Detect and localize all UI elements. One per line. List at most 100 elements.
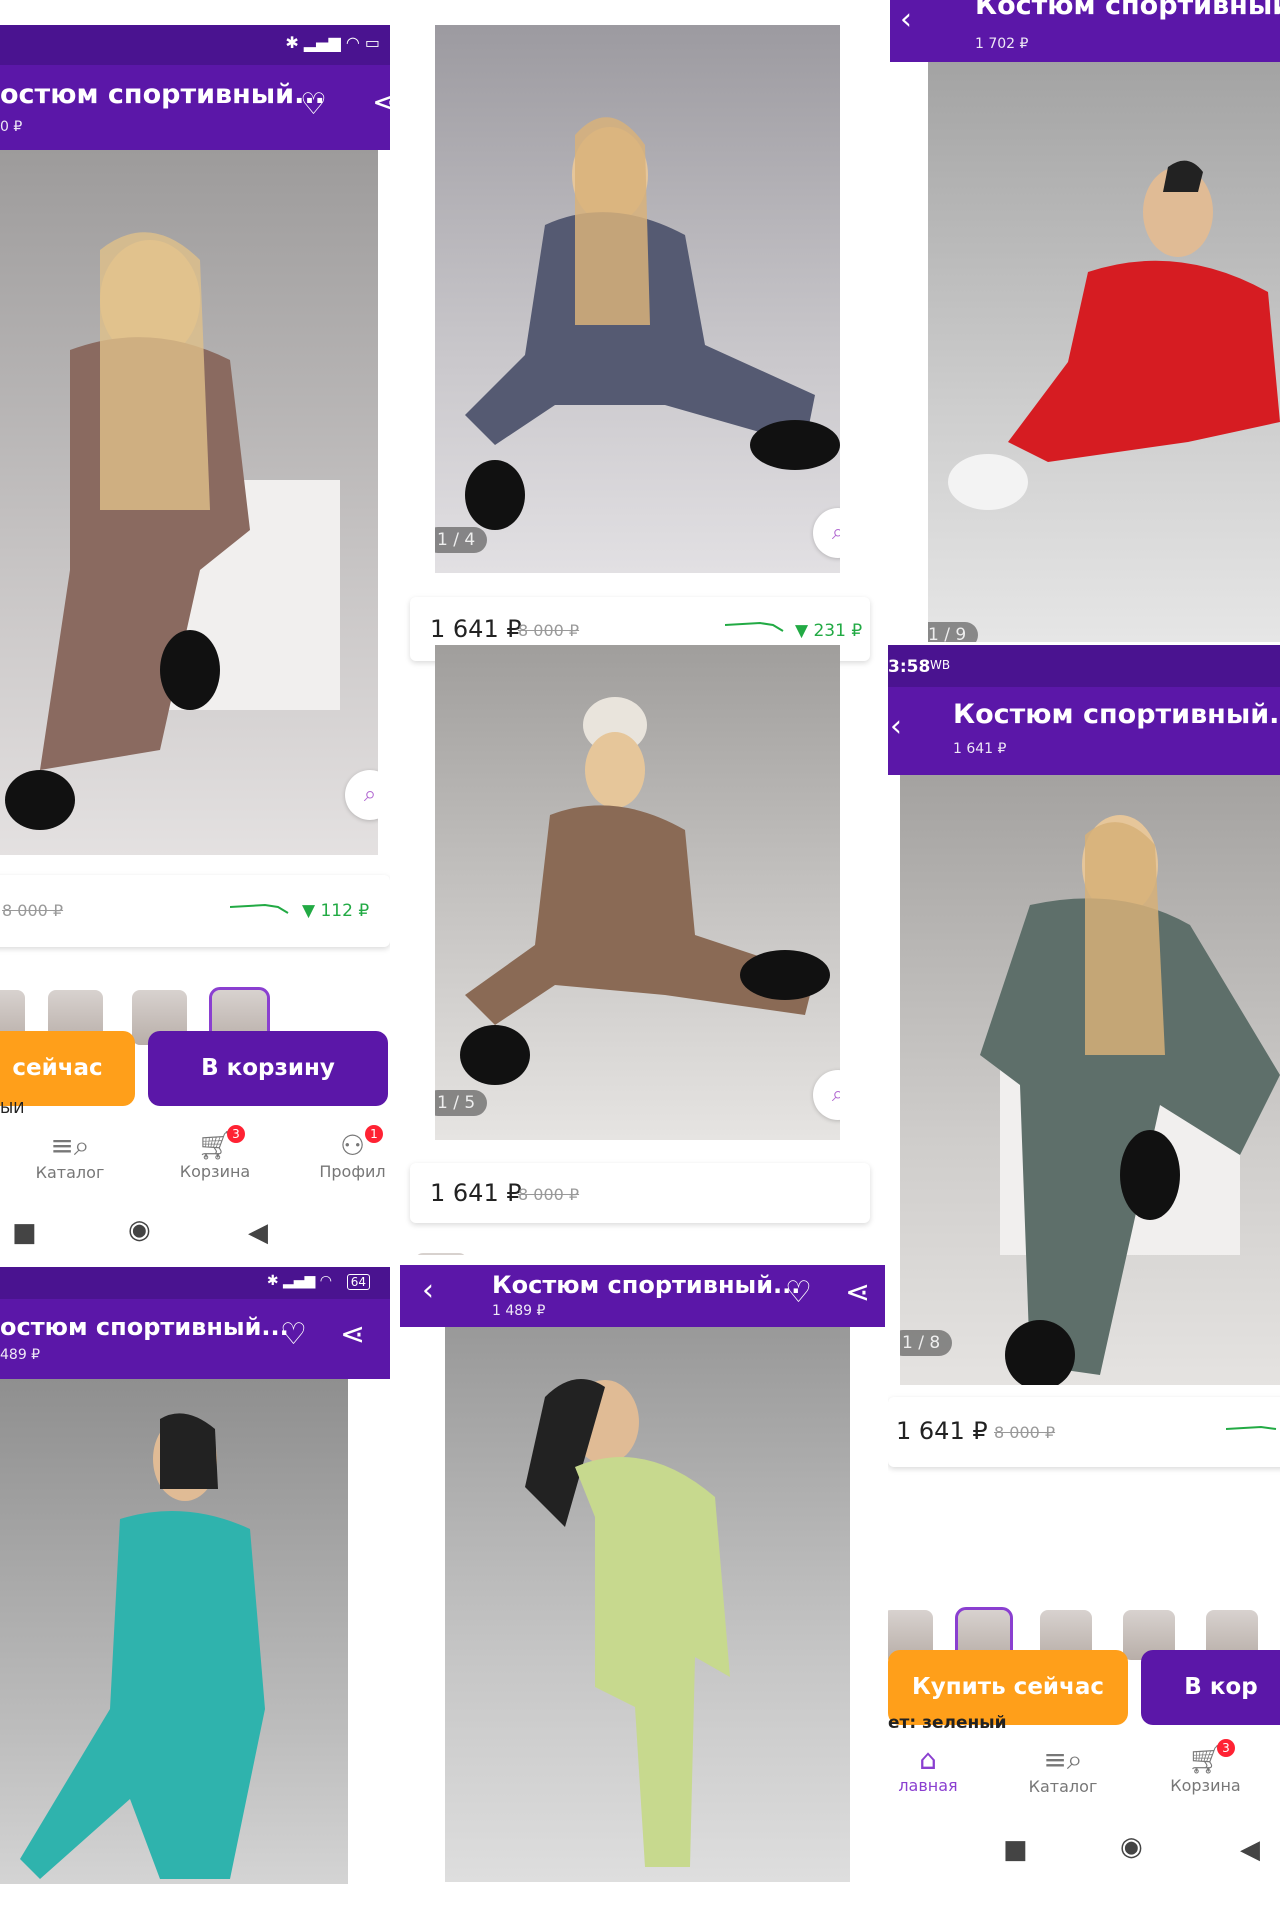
battery-level: 64	[346, 1274, 370, 1290]
price-trend-sparkline	[1226, 1425, 1277, 1430]
back-arrow-icon[interactable]: ‹	[890, 709, 902, 744]
photo-counter: 1 / 9	[928, 622, 979, 642]
product-title: остюм спортивный...	[0, 1313, 289, 1341]
add-to-cart-button[interactable]: В корзину	[148, 1031, 388, 1106]
old-price: 8 000 ₽	[518, 1185, 580, 1204]
home-button-icon[interactable]: ◉	[1120, 1832, 1143, 1862]
status-bar: ✱ ▂▄▆ ◠ ▭	[0, 25, 390, 65]
color-label: ЫИ	[0, 1099, 25, 1117]
back-arrow-icon[interactable]: ‹	[900, 2, 912, 37]
nav-cart[interactable]: 🛒︎ Корзина 3	[1163, 1739, 1248, 1795]
product-price-small: 1 702 ₽	[975, 36, 1029, 52]
back-nav-icon[interactable]: ◀	[248, 1218, 268, 1248]
share-icon[interactable]: ⋖	[372, 85, 390, 120]
nav-home[interactable]: ⌂ лавная	[888, 1743, 968, 1795]
color-label: ет: зеленый	[888, 1713, 1007, 1733]
price-trend-sparkline	[230, 903, 289, 914]
share-icon[interactable]: ⋖	[845, 1275, 870, 1310]
cart-badge: 3	[227, 1125, 245, 1143]
old-price: 8 000 ₽	[2, 901, 64, 920]
thumbnail[interactable]	[415, 1253, 467, 1255]
add-to-cart-button[interactable]: В кор	[1141, 1650, 1280, 1725]
nav-home-label: лавная	[898, 1776, 958, 1795]
model-photo-red-suit	[948, 160, 1280, 510]
status-icons: ✱ ▂▄▆ ◠ ▭	[285, 33, 380, 52]
screenshot-panel-6: ‹ Костюм спортивный... 1 489 ₽ ♡ ⋖	[400, 1265, 885, 1885]
nav-profile[interactable]: ⚇ Профил 1	[315, 1125, 390, 1181]
nav-catalog[interactable]: ≡⌕ Каталог	[30, 1129, 110, 1182]
photo-counter: 1 / 4	[435, 527, 488, 553]
product-photo[interactable]: 1 / 9	[928, 62, 1280, 642]
status-time: 3:58	[888, 657, 931, 677]
model-photo-brown-suit	[5, 232, 340, 830]
heart-icon[interactable]: ♡	[300, 87, 327, 122]
back-nav-icon[interactable]: ◀	[1240, 1835, 1260, 1865]
price-delta: ▼ 231 ₽	[795, 621, 863, 641]
product-photo[interactable]	[0, 1379, 348, 1884]
cart-badge: 3	[1217, 1739, 1235, 1757]
old-price: 8 000 ₽	[518, 621, 580, 640]
price: 1 641 ₽	[896, 1417, 988, 1445]
screenshot-panel-2: 1 / 4 ⌕ 1 641 ₽ 8 000 ₽ ▼ 231 ₽ 1 / 5 ⌕ …	[400, 25, 880, 1255]
model-photo-gray-suit	[465, 117, 840, 530]
product-header: ‹ Костюм спортивный... 1 641 ₽	[888, 687, 1280, 775]
profile-badge: 1	[365, 1125, 383, 1143]
product-title: Костюм спортивный...	[492, 1271, 801, 1299]
nav-cart-label: Корзина	[1170, 1776, 1241, 1795]
cart-icon: 🛒︎	[1187, 1743, 1224, 1776]
product-title: Костюм спортивный...	[975, 0, 1280, 21]
product-header: ‹ Костюм спортивный... 1 702 ₽	[890, 0, 1280, 62]
model-photo-lime-suit	[525, 1379, 730, 1867]
nav-cart-label: Корзина	[179, 1162, 251, 1181]
screenshot-panel-3: ‹ Костюм спортивный... 1 702 ₽ 1 / 9	[890, 0, 1280, 645]
nav-catalog-label: Каталог	[35, 1163, 105, 1182]
home-button-icon[interactable]: ◉	[128, 1215, 151, 1245]
price-trend-sparkline	[725, 621, 784, 632]
product-photo[interactable]: 1 / 8	[900, 775, 1280, 1385]
product-photo[interactable]	[445, 1327, 850, 1882]
status-bar: 3:58 WB	[888, 645, 1280, 687]
model-photo-brown-suit-beanie	[460, 697, 830, 1085]
screenshot-panel-4: 3:58 WB ‹ Костюм спортивный... 1 641 ₽ 1…	[888, 645, 1280, 1870]
status-bar: ✱ ▂▄▆ ◠ 64	[0, 1267, 390, 1299]
product-header: остюм спортивный... 0 ₽ ♡ ⋖	[0, 65, 390, 150]
photo-counter: 1 / 5	[435, 1090, 488, 1116]
nav-profile-label: Профил	[319, 1162, 386, 1181]
screenshot-panel-5: ✱ ▂▄▆ ◠ 64 остюм спортивный... 489 ₽ ♡ ⋖	[0, 1267, 390, 1887]
product-photo[interactable]: 1 / 5 ⌕	[435, 645, 840, 1140]
heart-icon[interactable]: ♡	[785, 1275, 812, 1310]
price: 1 641 ₽	[430, 1179, 522, 1207]
catalog-icon: ≡⌕	[1043, 1743, 1083, 1776]
recent-apps-icon[interactable]: ■	[12, 1218, 37, 1248]
product-title: Костюм спортивный...	[953, 699, 1280, 730]
screenshot-panel-1: ✱ ▂▄▆ ◠ ▭ остюм спортивный... 0 ₽ ♡ ⋖ ⌕ …	[0, 25, 390, 1255]
product-price-small: 0 ₽	[0, 119, 23, 135]
product-header: остюм спортивный... 489 ₽ ♡ ⋖	[0, 1299, 390, 1379]
price-card: 1 641 ₽ 8 000 ₽	[410, 1163, 870, 1223]
model-photo-green-suit	[980, 815, 1280, 1385]
home-icon: ⌂	[919, 1743, 937, 1776]
product-price-small: 1 641 ₽	[953, 741, 1007, 757]
back-arrow-icon[interactable]: ‹	[422, 1273, 434, 1308]
catalog-icon: ≡⌕	[50, 1129, 90, 1162]
nav-catalog[interactable]: ≡⌕ Каталог	[1023, 1743, 1103, 1796]
share-icon[interactable]: ⋖	[340, 1317, 365, 1352]
product-price-small: 1 489 ₽	[492, 1303, 546, 1319]
status-app-label: WB	[930, 658, 951, 672]
price: 1 641 ₽	[430, 615, 522, 643]
heart-icon[interactable]: ♡	[280, 1317, 307, 1352]
status-icons: ✱ ▂▄▆ ◠	[266, 1273, 332, 1289]
old-price: 8 000 ₽	[994, 1423, 1056, 1442]
nav-cart[interactable]: 🛒︎ Корзина 3	[175, 1125, 255, 1181]
photo-counter: 1 / 8	[900, 1330, 953, 1356]
product-header: ‹ Костюм спортивный... 1 489 ₽ ♡ ⋖	[400, 1265, 885, 1327]
product-price-small: 489 ₽	[0, 1347, 41, 1363]
model-photo-turquoise-suit	[20, 1413, 265, 1879]
price-card: 8 000 ₽ ▼ 112 ₽	[0, 875, 390, 947]
buy-now-button[interactable]: сейчас	[0, 1031, 135, 1106]
recent-apps-icon[interactable]: ■	[1003, 1835, 1028, 1865]
product-photo[interactable]: ⌕	[0, 150, 378, 855]
product-photo[interactable]: 1 / 4 ⌕	[435, 25, 840, 573]
price-delta: ▼ 112 ₽	[302, 901, 370, 921]
product-title: остюм спортивный...	[0, 79, 325, 110]
